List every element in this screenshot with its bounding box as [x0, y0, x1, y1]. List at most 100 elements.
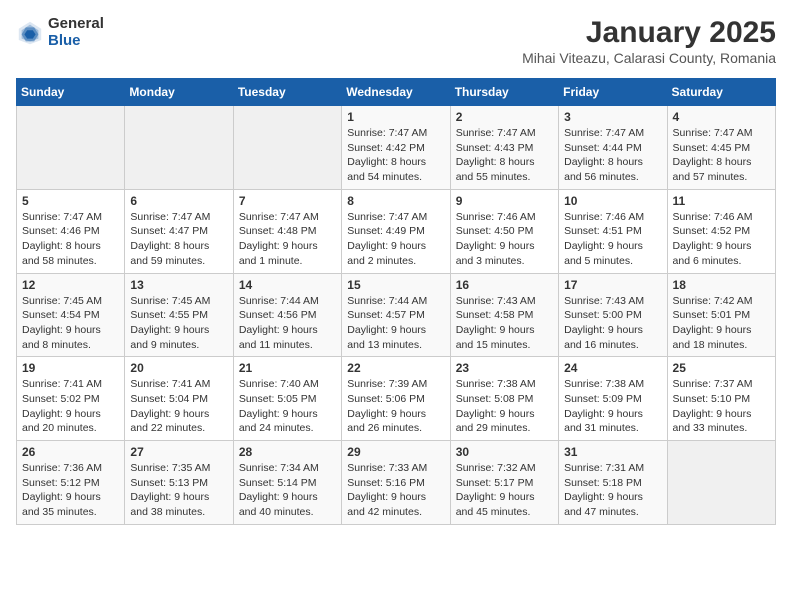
- day-number: 15: [347, 278, 444, 292]
- day-number: 3: [564, 110, 661, 124]
- calendar-cell: 8 Sunrise: 7:47 AMSunset: 4:49 PMDaylight…: [342, 189, 450, 273]
- cell-content: Sunrise: 7:44 AMSunset: 4:57 PMDaylight:…: [347, 294, 444, 353]
- day-number: 13: [130, 278, 227, 292]
- day-number: 5: [22, 194, 119, 208]
- cell-content: Sunrise: 7:45 AMSunset: 4:55 PMDaylight:…: [130, 294, 227, 353]
- day-number: 8: [347, 194, 444, 208]
- day-number: 16: [456, 278, 553, 292]
- day-number: 21: [239, 361, 336, 375]
- calendar-cell: 26Sunrise: 7:36 AMSunset: 5:12 PMDayligh…: [17, 441, 125, 525]
- weekday-header-monday: Monday: [125, 79, 233, 106]
- cell-content: Sunrise: 7:47 AMSunset: 4:45 PMDaylight:…: [673, 126, 770, 185]
- cell-content: Sunrise: 7:37 AMSunset: 5:10 PMDaylight:…: [673, 377, 770, 436]
- cell-content: Sunrise: 7:47 AMSunset: 4:47 PMDaylight:…: [130, 210, 227, 269]
- cell-content: Sunrise: 7:34 AMSunset: 5:14 PMDaylight:…: [239, 461, 336, 520]
- calendar-cell: 30 Sunrise: 7:32 AMSunset: 5:17 PMDayligh…: [450, 441, 558, 525]
- cell-content: Sunrise: 7:35 AMSunset: 5:13 PMDaylight:…: [130, 461, 227, 520]
- calendar-cell: 22Sunrise: 7:39 AMSunset: 5:06 PMDayligh…: [342, 357, 450, 441]
- day-number: 24: [564, 361, 661, 375]
- calendar-cell: 31 Sunrise: 7:31 AMSunset: 5:18 PMDayligh…: [559, 441, 667, 525]
- day-number: 26: [22, 445, 119, 459]
- day-number: 19: [22, 361, 119, 375]
- page-header: General Blue January 2025 Mihai Viteazu,…: [16, 16, 776, 66]
- weekday-header-saturday: Saturday: [667, 79, 775, 106]
- cell-content: Sunrise: 7:41 AMSunset: 5:04 PMDaylight:…: [130, 377, 227, 436]
- calendar-cell: [17, 106, 125, 190]
- day-number: 25: [673, 361, 770, 375]
- cell-content: Sunrise: 7:47 AMSunset: 4:46 PMDaylight:…: [22, 210, 119, 269]
- calendar-cell: 4 Sunrise: 7:47 AMSunset: 4:45 PMDaylight…: [667, 106, 775, 190]
- logo-text: General Blue: [48, 16, 104, 49]
- weekday-header-friday: Friday: [559, 79, 667, 106]
- day-number: 2: [456, 110, 553, 124]
- calendar-cell: 19 Sunrise: 7:41 AMSunset: 5:02 PMDayligh…: [17, 357, 125, 441]
- day-number: 10: [564, 194, 661, 208]
- calendar-week-3: 12Sunrise: 7:45 AMSunset: 4:54 PMDayligh…: [17, 273, 776, 357]
- cell-content: Sunrise: 7:46 AMSunset: 4:50 PMDaylight:…: [456, 210, 553, 269]
- calendar-cell: 15 Sunrise: 7:44 AMSunset: 4:57 PMDayligh…: [342, 273, 450, 357]
- calendar-week-4: 19 Sunrise: 7:41 AMSunset: 5:02 PMDayligh…: [17, 357, 776, 441]
- weekday-header-wednesday: Wednesday: [342, 79, 450, 106]
- day-number: 18: [673, 278, 770, 292]
- calendar-week-5: 26Sunrise: 7:36 AMSunset: 5:12 PMDayligh…: [17, 441, 776, 525]
- day-number: 12: [22, 278, 119, 292]
- calendar-cell: 2 Sunrise: 7:47 AMSunset: 4:43 PMDaylight…: [450, 106, 558, 190]
- calendar-cell: 10 Sunrise: 7:46 AMSunset: 4:51 PMDayligh…: [559, 189, 667, 273]
- calendar-cell: 1 Sunrise: 7:47 AMSunset: 4:42 PMDaylight…: [342, 106, 450, 190]
- weekday-header-thursday: Thursday: [450, 79, 558, 106]
- calendar-cell: 13 Sunrise: 7:45 AMSunset: 4:55 PMDayligh…: [125, 273, 233, 357]
- calendar-cell: 20 Sunrise: 7:41 AMSunset: 5:04 PMDayligh…: [125, 357, 233, 441]
- cell-content: Sunrise: 7:41 AMSunset: 5:02 PMDaylight:…: [22, 377, 119, 436]
- weekday-header-tuesday: Tuesday: [233, 79, 341, 106]
- cell-content: Sunrise: 7:38 AMSunset: 5:09 PMDaylight:…: [564, 377, 661, 436]
- calendar-cell: 24 Sunrise: 7:38 AMSunset: 5:09 PMDayligh…: [559, 357, 667, 441]
- day-number: 20: [130, 361, 227, 375]
- cell-content: Sunrise: 7:47 AMSunset: 4:48 PMDaylight:…: [239, 210, 336, 269]
- day-number: 6: [130, 194, 227, 208]
- location-subtitle: Mihai Viteazu, Calarasi County, Romania: [522, 50, 776, 66]
- calendar-cell: 14 Sunrise: 7:44 AMSunset: 4:56 PMDayligh…: [233, 273, 341, 357]
- cell-content: Sunrise: 7:42 AMSunset: 5:01 PMDaylight:…: [673, 294, 770, 353]
- cell-content: Sunrise: 7:47 AMSunset: 4:43 PMDaylight:…: [456, 126, 553, 185]
- cell-content: Sunrise: 7:40 AMSunset: 5:05 PMDaylight:…: [239, 377, 336, 436]
- cell-content: Sunrise: 7:44 AMSunset: 4:56 PMDaylight:…: [239, 294, 336, 353]
- calendar-cell: 18 Sunrise: 7:42 AMSunset: 5:01 PMDayligh…: [667, 273, 775, 357]
- weekday-row: SundayMondayTuesdayWednesdayThursdayFrid…: [17, 79, 776, 106]
- day-number: 17: [564, 278, 661, 292]
- day-number: 22: [347, 361, 444, 375]
- day-number: 30: [456, 445, 553, 459]
- logo: General Blue: [16, 16, 104, 49]
- calendar-cell: 21 Sunrise: 7:40 AMSunset: 5:05 PMDayligh…: [233, 357, 341, 441]
- cell-content: Sunrise: 7:31 AMSunset: 5:18 PMDaylight:…: [564, 461, 661, 520]
- logo-icon: [16, 19, 44, 47]
- calendar-cell: 25 Sunrise: 7:37 AMSunset: 5:10 PMDayligh…: [667, 357, 775, 441]
- day-number: 14: [239, 278, 336, 292]
- day-number: 31: [564, 445, 661, 459]
- cell-content: Sunrise: 7:47 AMSunset: 4:42 PMDaylight:…: [347, 126, 444, 185]
- month-title: January 2025: [522, 16, 776, 50]
- logo-blue-text: Blue: [48, 33, 104, 50]
- day-number: 28: [239, 445, 336, 459]
- cell-content: Sunrise: 7:32 AMSunset: 5:17 PMDaylight:…: [456, 461, 553, 520]
- calendar-cell: 17 Sunrise: 7:43 AMSunset: 5:00 PMDayligh…: [559, 273, 667, 357]
- calendar-cell: 9Sunrise: 7:46 AMSunset: 4:50 PMDaylight…: [450, 189, 558, 273]
- cell-content: Sunrise: 7:43 AMSunset: 5:00 PMDaylight:…: [564, 294, 661, 353]
- cell-content: Sunrise: 7:38 AMSunset: 5:08 PMDaylight:…: [456, 377, 553, 436]
- calendar-cell: 12Sunrise: 7:45 AMSunset: 4:54 PMDayligh…: [17, 273, 125, 357]
- cell-content: Sunrise: 7:47 AMSunset: 4:44 PMDaylight:…: [564, 126, 661, 185]
- day-number: 29: [347, 445, 444, 459]
- calendar-cell: 6 Sunrise: 7:47 AMSunset: 4:47 PMDaylight…: [125, 189, 233, 273]
- calendar-cell: [233, 106, 341, 190]
- cell-content: Sunrise: 7:46 AMSunset: 4:51 PMDaylight:…: [564, 210, 661, 269]
- calendar-cell: 5 Sunrise: 7:47 AMSunset: 4:46 PMDaylight…: [17, 189, 125, 273]
- cell-content: Sunrise: 7:43 AMSunset: 4:58 PMDaylight:…: [456, 294, 553, 353]
- day-number: 4: [673, 110, 770, 124]
- calendar-cell: 16 Sunrise: 7:43 AMSunset: 4:58 PMDayligh…: [450, 273, 558, 357]
- calendar-cell: 3 Sunrise: 7:47 AMSunset: 4:44 PMDaylight…: [559, 106, 667, 190]
- cell-content: Sunrise: 7:46 AMSunset: 4:52 PMDaylight:…: [673, 210, 770, 269]
- day-number: 23: [456, 361, 553, 375]
- logo-general-text: General: [48, 16, 104, 33]
- calendar-cell: 28 Sunrise: 7:34 AMSunset: 5:14 PMDayligh…: [233, 441, 341, 525]
- day-number: 1: [347, 110, 444, 124]
- cell-content: Sunrise: 7:47 AMSunset: 4:49 PMDaylight:…: [347, 210, 444, 269]
